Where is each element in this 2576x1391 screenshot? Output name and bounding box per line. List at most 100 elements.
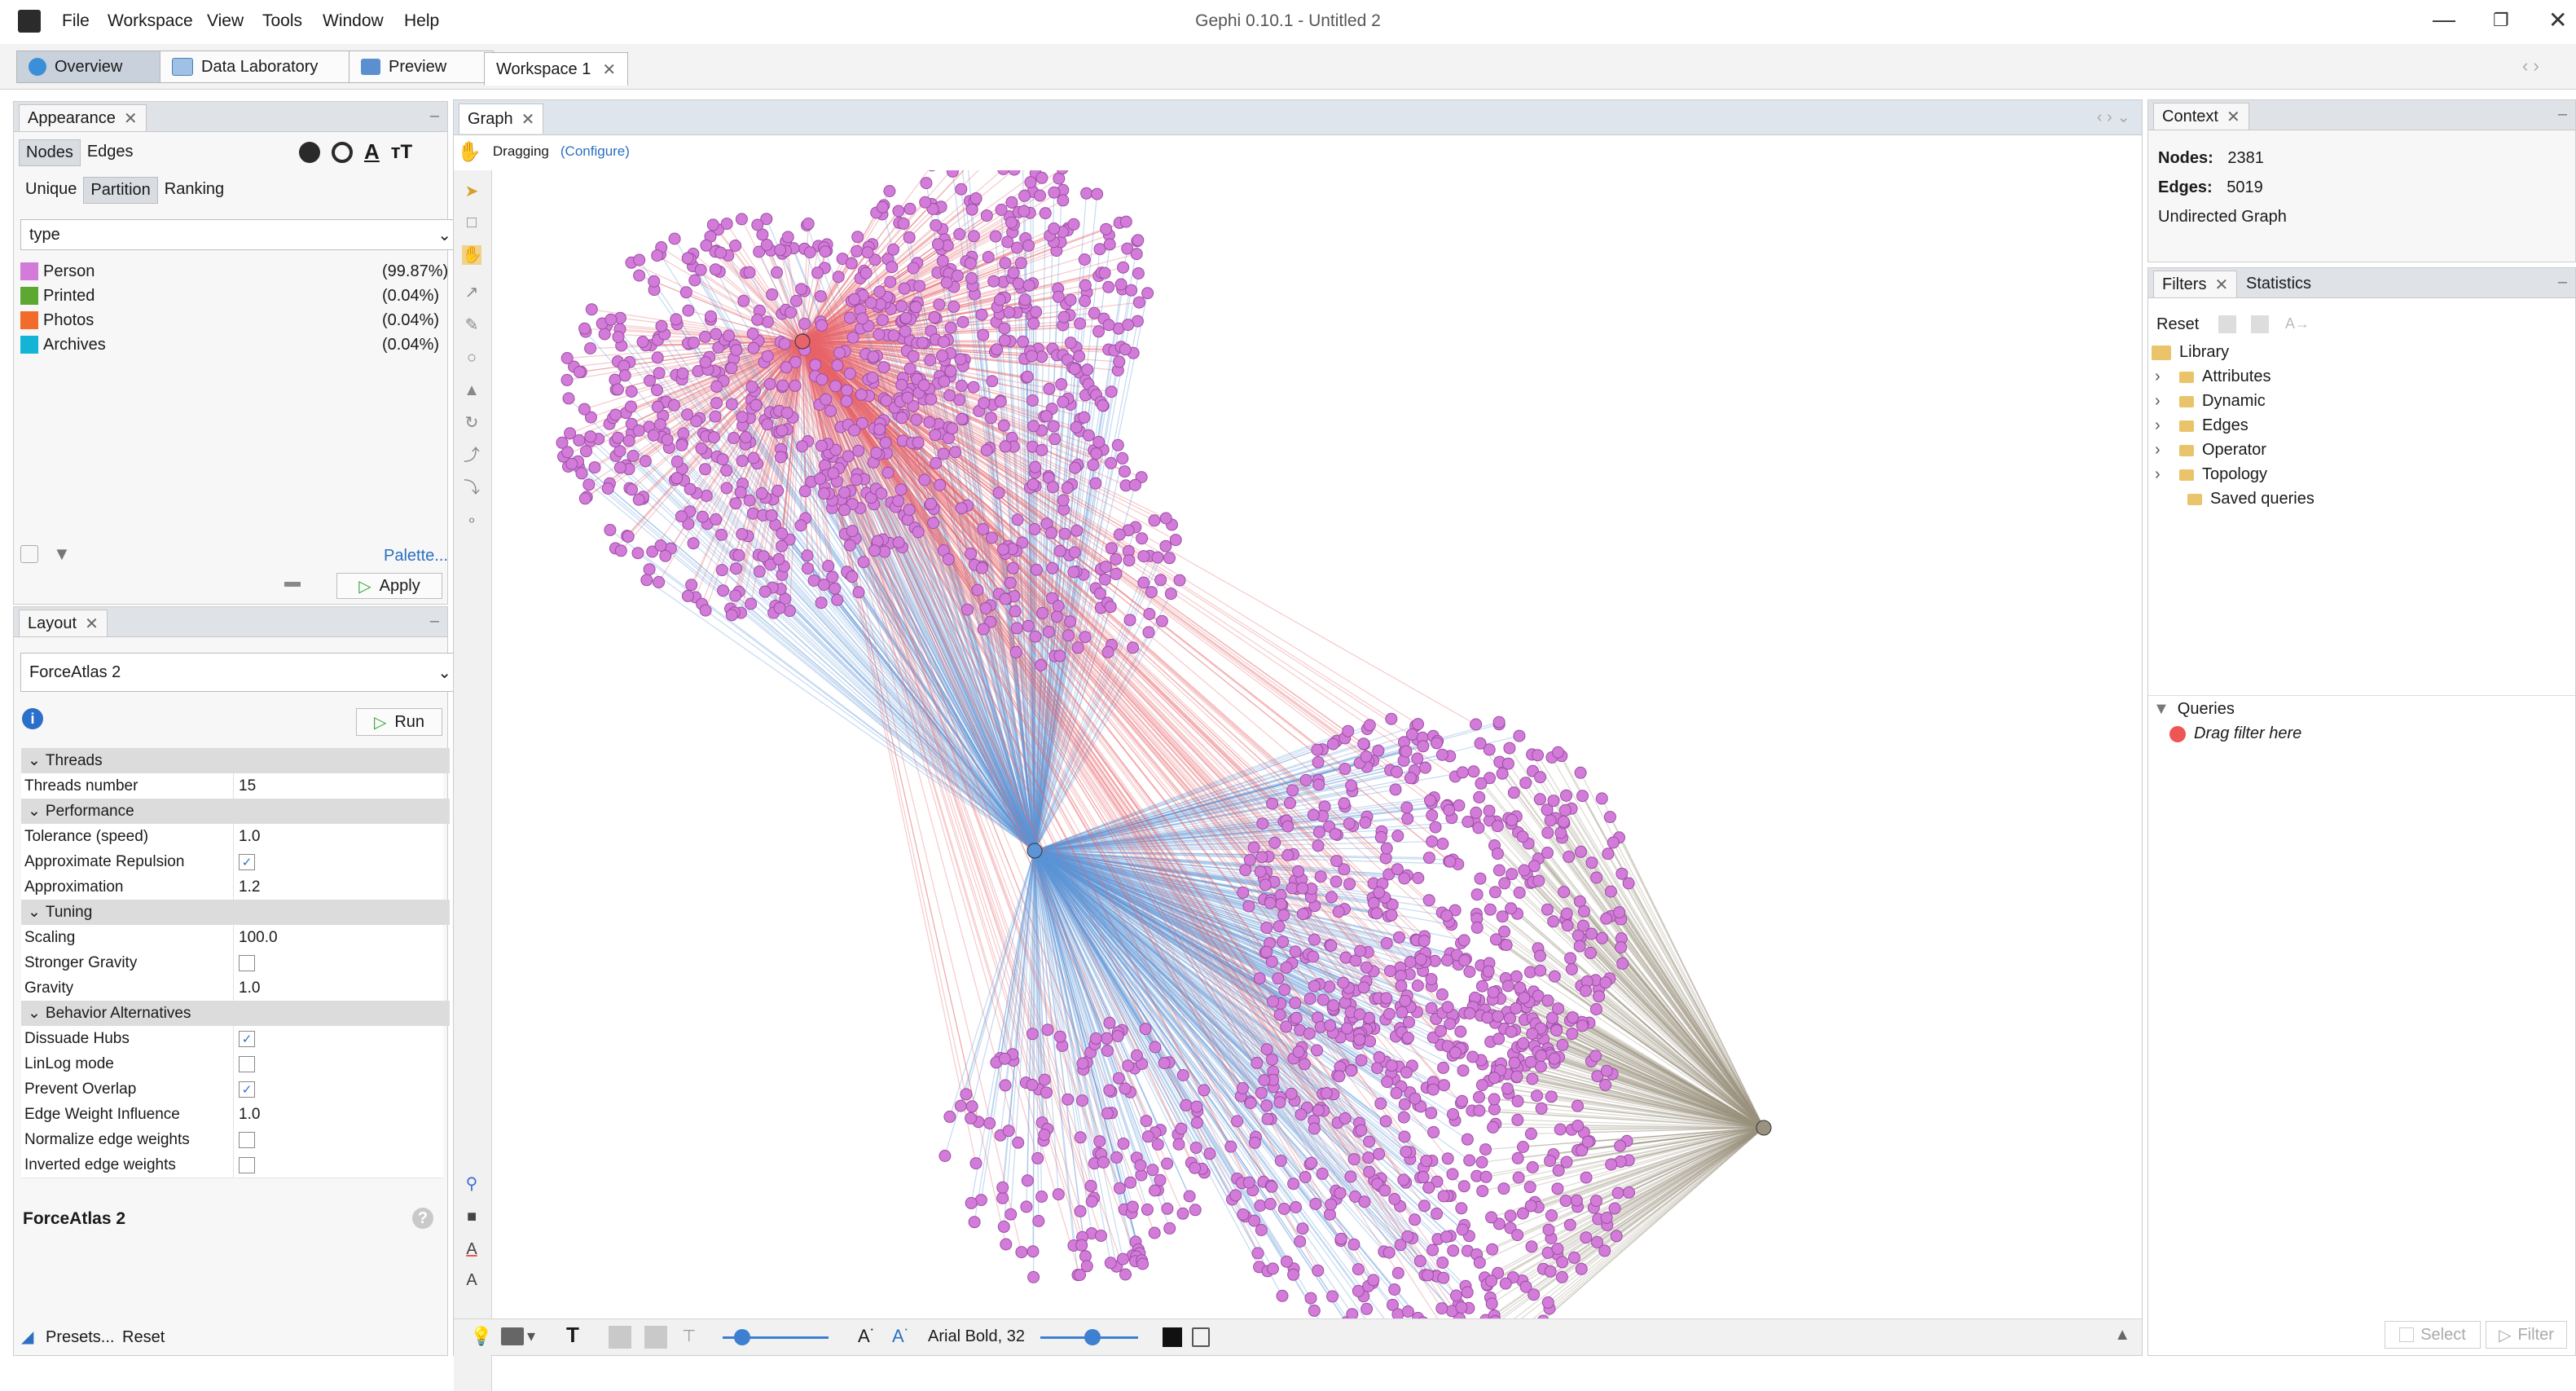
size-icon[interactable] (332, 142, 353, 163)
chevron-right-icon[interactable]: › (2155, 368, 2165, 386)
drag-icon[interactable]: ✋ (462, 245, 481, 265)
photos-hub[interactable] (795, 334, 810, 349)
tab-partition[interactable]: Partition (83, 177, 157, 204)
chevron-right-icon[interactable]: › (2155, 416, 2165, 435)
close-icon[interactable]: ✕ (2214, 275, 2228, 295)
approximate-repulsion-checkbox[interactable]: ✓ (239, 854, 255, 870)
chevron-right-icon[interactable]: › (2155, 465, 2165, 484)
prop-approximation[interactable]: Approximation1.2 (21, 874, 443, 900)
legend-item[interactable]: Archives(0.04%) (43, 333, 106, 356)
auto-refresh-icon[interactable]: A→ (2285, 315, 2310, 332)
close-icon[interactable]: ✕ (521, 109, 535, 130)
library-item-attributes[interactable]: ›Attributes (2155, 368, 2270, 386)
minimize-panel-icon[interactable]: – (430, 612, 439, 631)
select-arrow-icon[interactable]: ➤ (462, 182, 481, 201)
prop-gravity[interactable]: Gravity1.0 (21, 975, 443, 1001)
rotate-icon[interactable]: ↻ (462, 413, 481, 433)
close-icon[interactable]: ✕ (85, 614, 99, 634)
color-swatch[interactable] (20, 311, 38, 329)
run-button[interactable]: ▷ Run (356, 708, 442, 736)
tab-edges[interactable]: Edges (81, 139, 140, 166)
reset-layout-button[interactable]: Reset (122, 1328, 165, 1347)
library-item-edges[interactable]: ›Edges (2155, 416, 2249, 435)
brush-icon[interactable]: ⤵ (462, 478, 481, 498)
prop-prevent-overlap[interactable]: Prevent Overlap✓ (21, 1076, 443, 1103)
minimize-icon[interactable]: — (2433, 7, 2455, 33)
font-decrease-icon[interactable]: A˙ (858, 1326, 876, 1347)
legend-item[interactable]: Printed(0.04%) (43, 284, 95, 307)
copy-icon[interactable] (20, 545, 38, 563)
tab-nodes[interactable]: Nodes (19, 139, 81, 166)
layout-algorithm-select[interactable]: ForceAtlas 2 ⌄ (20, 653, 460, 692)
rectangle-select-icon[interactable]: □ (462, 213, 481, 232)
scroll-arrows-icon[interactable]: ‹ › (2522, 55, 2539, 77)
tab-scroll-icon[interactable]: ‹ › ⌄ (2097, 107, 2130, 127)
normalize-edge-weights-checkbox[interactable] (239, 1132, 255, 1148)
label-size-icon[interactable]: тT (391, 141, 412, 164)
printed-hub[interactable] (1756, 1120, 1771, 1135)
minimize-panel-icon[interactable]: – (2558, 105, 2567, 124)
close-icon[interactable]: ✕ (602, 59, 616, 80)
clipboard-icon[interactable] (1192, 1327, 1210, 1347)
lock-icon[interactable]: ▲ (2114, 1326, 2130, 1345)
tab-context[interactable]: Context ✕ (2153, 103, 2249, 130)
tab-ranking[interactable]: Ranking (158, 177, 231, 204)
palette-link[interactable]: Palette... (384, 547, 448, 566)
color-swatch[interactable] (20, 287, 38, 305)
library-item-dynamic[interactable]: ›Dynamic (2155, 392, 2266, 411)
section-performance[interactable]: ⌄Performance (21, 799, 450, 824)
chevron-down-icon[interactable]: ▾ (527, 1326, 535, 1346)
prop-inverted-edge-weights[interactable]: Inverted edge weights (21, 1152, 443, 1178)
prevent-overlap-checkbox[interactable]: ✓ (239, 1081, 255, 1098)
minimize-panel-icon[interactable]: – (2558, 273, 2567, 292)
label-color-swatch[interactable] (1163, 1327, 1182, 1347)
help-icon[interactable]: ? (412, 1208, 433, 1229)
section-tuning[interactable]: ⌄Tuning (21, 900, 450, 925)
font-increase-icon[interactable]: A˙ (892, 1326, 910, 1347)
font-color-icon[interactable]: A (462, 1239, 481, 1259)
export-icon[interactable] (2218, 315, 2236, 333)
edge-thickness-icon[interactable]: ⊤ (682, 1326, 696, 1346)
apply-button[interactable]: ▷ Apply (336, 573, 442, 599)
stronger-gravity-checkbox[interactable] (239, 955, 255, 971)
color-swatch[interactable] (20, 262, 38, 280)
filter-button[interactable]: ▷ Filter (2486, 1321, 2567, 1349)
zoom-icon[interactable]: ⚲ (462, 1174, 481, 1194)
painter-icon[interactable]: ✎ (462, 315, 481, 335)
tab-unique[interactable]: Unique (19, 177, 83, 204)
library-item-topology[interactable]: ›Topology (2155, 465, 2267, 484)
prop-normalize-edge-weights[interactable]: Normalize edge weights (21, 1127, 443, 1153)
configure-link[interactable]: (Configure) (560, 143, 630, 160)
tab-statistics[interactable]: Statistics (2246, 275, 2311, 293)
close-icon[interactable]: ✕ (2227, 107, 2240, 127)
legend-item[interactable]: Photos(0.04%) (43, 309, 94, 332)
prop-tolerance[interactable]: Tolerance (speed)1.0 (21, 824, 443, 850)
select-button[interactable]: Select (2385, 1321, 2481, 1349)
library-folder[interactable]: Library (2152, 343, 2229, 362)
presets-button[interactable]: Presets... (46, 1328, 114, 1347)
dissuade-hubs-checkbox[interactable]: ✓ (239, 1031, 255, 1047)
node-pencil-icon[interactable]: ∘ (462, 511, 481, 530)
preview-button[interactable]: Preview (349, 51, 494, 83)
prop-approximate-repulsion[interactable]: Approximate Repulsion✓ (21, 849, 443, 875)
shortest-path-icon[interactable]: ↗ (462, 283, 481, 302)
workspace-tab[interactable]: Workspace 1 ✕ (484, 52, 628, 86)
color-palette-icon[interactable] (299, 142, 320, 163)
prop-linlog-mode[interactable]: LinLog mode (21, 1051, 443, 1077)
chevron-right-icon[interactable]: › (2155, 392, 2165, 411)
font-label[interactable]: Arial Bold, 32 (928, 1327, 1025, 1346)
partition-attribute-select[interactable]: type ⌄ (20, 219, 460, 250)
font-size-icon[interactable]: A (462, 1270, 481, 1290)
legend-item[interactable]: Person(99.87%) (43, 260, 95, 283)
edge-toggle-icon[interactable] (609, 1326, 631, 1349)
data-laboratory-button[interactable]: Data Laboratory (160, 51, 363, 83)
reset-filters-button[interactable]: Reset (2156, 315, 2199, 334)
minimize-panel-icon[interactable]: – (430, 107, 439, 125)
overview-button[interactable]: Overview (16, 51, 174, 83)
text-icon[interactable]: T (566, 1323, 579, 1348)
chevron-right-icon[interactable]: › (2155, 441, 2165, 460)
prop-scaling[interactable]: Scaling100.0 (21, 925, 443, 951)
tab-layout[interactable]: Layout ✕ (19, 610, 108, 636)
label-color-icon[interactable]: A (364, 139, 380, 165)
section-threads[interactable]: ⌄Threads (21, 748, 450, 773)
